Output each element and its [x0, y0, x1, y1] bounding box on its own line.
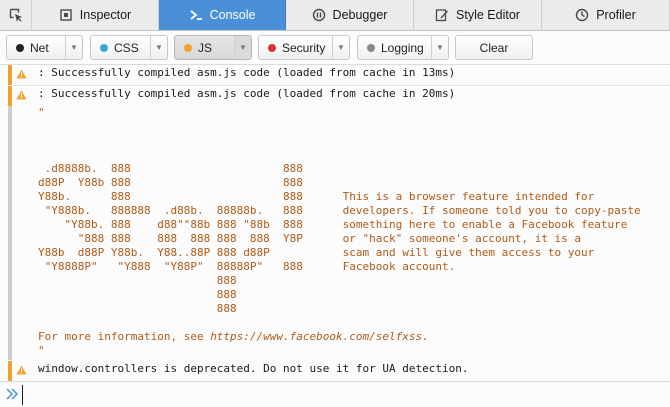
chevron-down-icon: ▼: [337, 43, 345, 52]
selfxss-link[interactable]: https://www.facebook.com/selfxss.: [210, 330, 429, 343]
security-dot-icon: [268, 43, 276, 52]
console-message-warning: window.controllers is deprecated. Do not…: [0, 361, 670, 381]
js-dot-icon: [184, 43, 192, 52]
filter-logging-label: Logging: [381, 40, 424, 55]
filter-net-button[interactable]: Net ▼: [6, 35, 83, 60]
filter-net-label: Net: [30, 40, 49, 55]
warning-icon: [16, 69, 27, 79]
filter-security-label: Security: [282, 40, 326, 55]
tab-inspector[interactable]: Inspector: [32, 0, 159, 30]
tab-style-editor[interactable]: Style Editor: [414, 0, 542, 30]
style-editor-icon: [435, 8, 449, 22]
toolbox-tabbar: Inspector Console Debugger Style Editor …: [0, 0, 670, 31]
tab-inspector-label: Inspector: [79, 8, 132, 22]
filter-css-label: CSS: [114, 40, 139, 55]
element-picker-icon: [9, 8, 22, 22]
tab-debugger[interactable]: Debugger: [286, 0, 414, 30]
console-input-line: [0, 381, 670, 407]
prompt-chevron-icon: [6, 388, 19, 400]
filter-net-dropdown[interactable]: ▼: [65, 36, 82, 59]
warning-stripe: [8, 65, 12, 85]
tab-profiler[interactable]: Profiler: [542, 0, 670, 30]
console-icon: [189, 8, 203, 22]
message-text: window.controllers is deprecated. Do not…: [38, 362, 469, 375]
filter-security-button[interactable]: Security ▼: [258, 35, 350, 60]
tab-debugger-label: Debugger: [332, 8, 388, 22]
css-dot-icon: [100, 43, 108, 52]
console-message-warning: : Successfully compiled asm.js code (loa…: [0, 65, 670, 85]
filter-js-label: JS: [198, 40, 213, 55]
tab-console[interactable]: Console: [159, 0, 286, 30]
chevron-down-icon: ▼: [239, 43, 247, 52]
chevron-down-icon: ▼: [70, 43, 78, 52]
js-input[interactable]: [22, 385, 662, 405]
selfxss-ascii-art: .d8888b. 888 888 d88P Y88b 888 888 Y88b.…: [38, 162, 641, 315]
chevron-down-icon: ▼: [155, 43, 163, 52]
filter-js-dropdown[interactable]: ▼: [234, 36, 251, 59]
console-filter-toolbar: Net ▼ CSS ▼ JS ▼ Security ▼ Logging ▼ Cl…: [0, 31, 670, 65]
tab-profiler-label: Profiler: [596, 8, 636, 22]
console-output: : Successfully compiled asm.js code (loa…: [0, 65, 670, 381]
open-quote: ": [38, 106, 45, 119]
more-info-text: For more information, see: [38, 330, 211, 343]
console-message-log: " .d8888b. 888 888 d88P Y88b 888 888 Y88…: [0, 106, 670, 360]
tab-console-label: Console: [209, 8, 256, 22]
logging-dot-icon: [367, 43, 375, 52]
filter-css-dropdown[interactable]: ▼: [150, 36, 167, 59]
selfxss-message: " .d8888b. 888 888 d88P Y88b 888 888 Y88…: [38, 106, 641, 358]
console-message-warning: : Successfully compiled asm.js code (loa…: [0, 86, 670, 106]
filter-logging-button[interactable]: Logging ▼: [357, 35, 449, 60]
chevron-down-icon: ▼: [436, 43, 444, 52]
tab-style-editor-label: Style Editor: [456, 8, 520, 22]
filter-security-dropdown[interactable]: ▼: [332, 36, 349, 59]
warning-icon: [16, 365, 27, 375]
warning-stripe: [8, 361, 12, 381]
inspector-icon: [59, 8, 73, 22]
warning-stripe: [8, 86, 12, 106]
warning-icon: [16, 90, 27, 100]
debugger-icon: [312, 8, 326, 22]
profiler-icon: [575, 8, 589, 22]
net-dot-icon: [16, 43, 24, 52]
clear-button[interactable]: Clear: [455, 35, 533, 60]
message-text: : Successfully compiled asm.js code (loa…: [38, 66, 456, 79]
log-stripe: [8, 106, 12, 360]
filter-js-button[interactable]: JS ▼: [174, 35, 252, 60]
message-text: : Successfully compiled asm.js code (loa…: [38, 87, 456, 100]
filter-css-button[interactable]: CSS ▼: [90, 35, 168, 60]
filter-logging-dropdown[interactable]: ▼: [431, 36, 448, 59]
close-quote: ": [38, 344, 45, 357]
element-picker-button[interactable]: [0, 0, 32, 30]
